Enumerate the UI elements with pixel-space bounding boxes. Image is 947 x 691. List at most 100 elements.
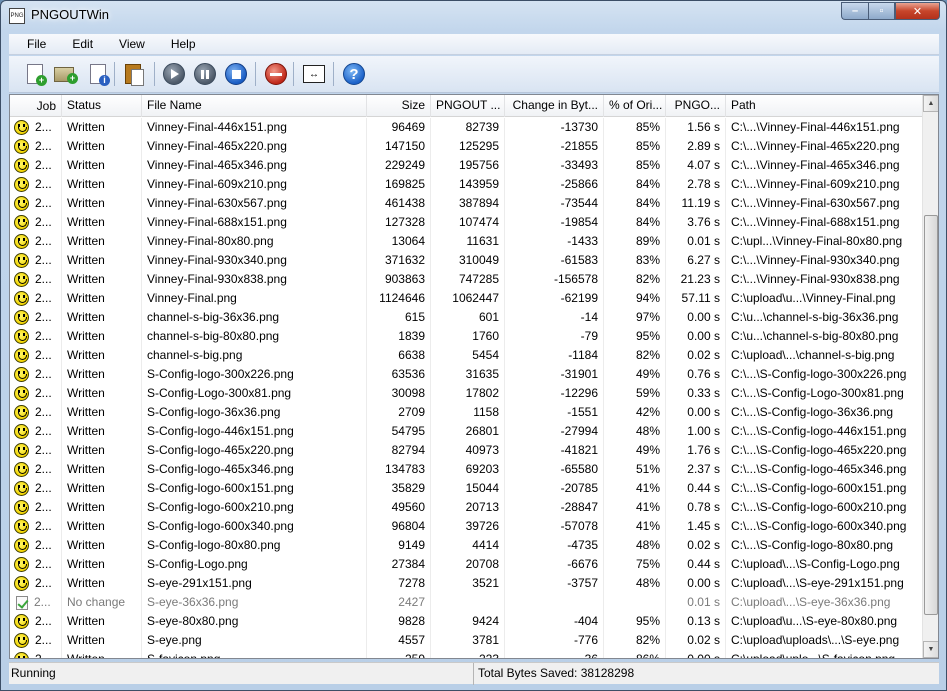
percent-of-original-cell: 41% <box>604 498 666 517</box>
table-row[interactable]: 2... Written S-Config-logo-36x36.png 2709 11… <box>10 403 923 422</box>
table-row[interactable]: 2... Written Vinney-Final-930x340.png 37163… <box>10 251 923 270</box>
change-in-bytes-cell: -27994 <box>505 422 604 441</box>
table-row[interactable]: 2... Written S-Config-logo-465x346.png 1347… <box>10 460 923 479</box>
smiley-icon <box>14 576 29 591</box>
table-row[interactable]: 2... Written S-eye-291x151.png 7278 3521 -375… <box>10 574 923 593</box>
size-cell: 96804 <box>367 517 431 536</box>
table-row[interactable]: 2... Written S-Config-logo-80x80.png 9149 44… <box>10 536 923 555</box>
toolbar-separator <box>114 62 115 86</box>
cancel-button[interactable] <box>264 62 288 86</box>
pngout-time-cell: 21.23 s <box>666 270 726 289</box>
table-row[interactable]: 2... Written S-Config-Logo-300x81.png 30098… <box>10 384 923 403</box>
column-header-pngout-size[interactable]: PNGOUT ... <box>431 95 505 117</box>
table-row[interactable]: 2... Written Vinney-Final.png 1124646 106244… <box>10 289 923 308</box>
column-header-pngout-time[interactable]: PNGO... <box>666 95 726 117</box>
column-header-size[interactable]: Size <box>367 95 431 117</box>
percent-of-original-cell: 42% <box>604 403 666 422</box>
fit-columns-button[interactable]: ↔ <box>302 62 326 86</box>
title-bar[interactable]: PNG PNGOUTWin – ▫ ✕ <box>1 1 946 31</box>
pngout-time-cell: 1.56 s <box>666 118 726 137</box>
app-icon[interactable]: PNG <box>9 8 25 24</box>
column-header-job[interactable]: Job <box>10 95 62 117</box>
table-row[interactable]: 2... Written Vinney-Final-630x567.png 46143… <box>10 194 923 213</box>
size-cell: 461438 <box>367 194 431 213</box>
change-in-bytes-cell: -14 <box>505 308 604 327</box>
job-cell: 2... <box>10 308 62 327</box>
file-info-button[interactable]: i <box>86 62 110 86</box>
job-cell: 2... <box>10 365 62 384</box>
status-bytes-saved: Total Bytes Saved: 38128298 <box>478 666 635 680</box>
rows-container: 2... Written Vinney-Final-446x151.png 96469… <box>10 118 923 658</box>
menu-edit[interactable]: Edit <box>54 34 101 54</box>
job-cell: 2... <box>10 213 62 232</box>
maximize-button[interactable]: ▫ <box>868 2 895 20</box>
file-name-cell: S-Config-logo-36x36.png <box>142 403 367 422</box>
table-row[interactable]: 2... Written Vinney-Final-80x80.png 13064 11… <box>10 232 923 251</box>
table-row[interactable]: 2... Written Vinney-Final-465x346.png 22924… <box>10 156 923 175</box>
pngout-size-cell: 3781 <box>431 631 505 650</box>
column-header-path[interactable]: Path <box>726 95 923 117</box>
table-row[interactable]: 2... Written S-eye-80x80.png 9828 9424 -404 95… <box>10 612 923 631</box>
pause-button[interactable] <box>193 62 217 86</box>
maximize-icon: ▫ <box>879 5 884 17</box>
percent-of-original-cell: 84% <box>604 194 666 213</box>
help-button[interactable]: ? <box>342 62 366 86</box>
scroll-down-button[interactable]: ▼ <box>923 641 938 658</box>
column-header-percent-of-original[interactable]: % of Ori... <box>604 95 666 117</box>
table-row[interactable]: 2... Written S-Config-logo-300x226.png 6353… <box>10 365 923 384</box>
vertical-scrollbar[interactable]: ▲ ▼ <box>922 95 938 658</box>
play-icon <box>163 63 185 85</box>
table-row[interactable]: 2... Written channel-s-big.png 6638 5454 -118… <box>10 346 923 365</box>
table-row[interactable]: 2... Written S-Config-Logo.png 27384 20708 -6… <box>10 555 923 574</box>
table-row[interactable]: 2... Written Vinney-Final-446x151.png 96469… <box>10 118 923 137</box>
smiley-icon <box>14 519 29 534</box>
smiley-icon <box>14 500 29 515</box>
table-row[interactable]: 2... Written S-Config-logo-446x151.png 5479… <box>10 422 923 441</box>
table-row[interactable]: 2... Written channel-s-big-36x36.png 615 601… <box>10 308 923 327</box>
table-row[interactable]: 2... Written S-Config-logo-600x210.png 4956… <box>10 498 923 517</box>
table-row[interactable]: 2... Written S-Config-logo-600x340.png 9680… <box>10 517 923 536</box>
percent-of-original-cell: 89% <box>604 232 666 251</box>
add-file-button[interactable]: + <box>23 62 47 86</box>
minimize-button[interactable]: – <box>841 2 868 20</box>
file-list[interactable]: Job Status File Name Size PNGOUT ... Cha… <box>9 94 939 659</box>
smiley-icon <box>14 310 29 325</box>
change-in-bytes-cell: -4735 <box>505 536 604 555</box>
job-cell: 2... <box>10 156 62 175</box>
column-header-change-in-bytes[interactable]: Change in Byt... <box>505 95 604 117</box>
table-row[interactable]: 2... Written S-Config-logo-465x220.png 8279… <box>10 441 923 460</box>
table-row[interactable]: 2... Written Vinney-Final-465x220.png 14715… <box>10 137 923 156</box>
file-name-cell: S-Config-logo-465x220.png <box>142 441 367 460</box>
table-row[interactable]: 2... Written Vinney-Final-688x151.png 12732… <box>10 213 923 232</box>
play-button[interactable] <box>162 62 186 86</box>
path-cell: C:\upload\...\channel-s-big.png <box>731 348 895 362</box>
scroll-up-button[interactable]: ▲ <box>923 95 938 112</box>
table-row[interactable]: 2... Written S-Config-logo-600x151.png 3582… <box>10 479 923 498</box>
paste-button[interactable] <box>121 62 145 86</box>
column-header-status[interactable]: Status <box>62 95 142 117</box>
table-row[interactable]: 2... Written Vinney-Final-609x210.png 16982… <box>10 175 923 194</box>
pngout-size-cell: 1158 <box>431 403 505 422</box>
table-row[interactable]: 2... Written S-favicon.png 259 223 -36 86% 0.00… <box>10 650 923 658</box>
add-folder-button[interactable]: + <box>52 62 78 86</box>
change-in-bytes-cell: -57078 <box>505 517 604 536</box>
file-name-cell: Vinney-Final.png <box>142 289 367 308</box>
table-row[interactable]: 2... Written Vinney-Final-930x838.png 90386… <box>10 270 923 289</box>
table-row[interactable]: 2... Written channel-s-big-80x80.png 1839 17… <box>10 327 923 346</box>
size-cell: 35829 <box>367 479 431 498</box>
menu-help[interactable]: Help <box>153 34 204 54</box>
percent-of-original-cell: 94% <box>604 289 666 308</box>
pngout-size-cell: 125295 <box>431 137 505 156</box>
stop-button[interactable] <box>224 62 248 86</box>
close-button[interactable]: ✕ <box>895 2 940 20</box>
menu-file[interactable]: File <box>9 34 54 54</box>
menu-view[interactable]: View <box>101 34 153 54</box>
pngout-size-cell <box>431 593 505 612</box>
scroll-thumb[interactable] <box>924 215 938 615</box>
job-number: 2... <box>35 367 52 381</box>
pngout-size-cell: 601 <box>431 308 505 327</box>
table-row[interactable]: 2... Written S-eye.png 4557 3781 -776 82% 0.02 … <box>10 631 923 650</box>
pngout-time-cell: 0.00 s <box>666 650 726 658</box>
table-row[interactable]: 2... No change S-eye-36x36.png 2427 0.01 s C:… <box>10 593 923 612</box>
column-header-file-name[interactable]: File Name <box>142 95 367 117</box>
